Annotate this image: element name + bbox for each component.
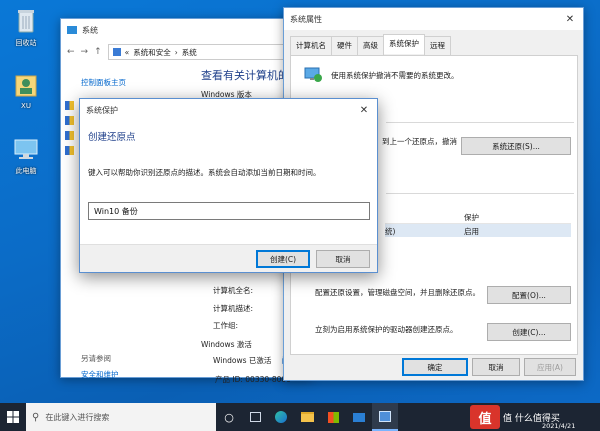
restore-point-name-value: Win10 备份: [94, 206, 138, 216]
dialog-create-button[interactable]: 创建(C): [256, 250, 310, 268]
properties-tabs: 计算机名 硬件 高级 系统保护 远程: [290, 34, 451, 56]
cancel-button[interactable]: 取消: [472, 358, 520, 376]
create-restore-point-button[interactable]: 创建(C)...: [487, 323, 571, 341]
dialog-titlebar[interactable]: 系统保护 ✕: [80, 99, 377, 121]
forward-arrow-icon[interactable]: →: [81, 47, 89, 57]
tab-advanced[interactable]: 高级: [357, 36, 384, 56]
close-icon[interactable]: ✕: [557, 8, 583, 30]
activation-header: Windows 激活: [201, 340, 252, 349]
breadcrumb-system[interactable]: 系统: [182, 47, 197, 58]
taskbar-date: 2021/4/21: [542, 422, 576, 430]
full-name-label: 计算机全名:: [213, 286, 254, 295]
apply-button[interactable]: 应用(A): [524, 358, 576, 376]
product-id: 产品 ID: 00330-8000: [215, 375, 291, 384]
activation-status: Windows 已激活 阅: [213, 355, 289, 366]
dialog-footer: 创建(C) 取消: [80, 244, 377, 272]
workgroup-label: 工作组:: [213, 321, 239, 330]
file-explorer-icon[interactable]: [294, 403, 320, 431]
shield-icon: [65, 101, 74, 110]
create-restore-point-dialog: 系统保护 ✕ 创建还原点 键入可以帮助你识别还原点的描述。系统会自动添加当前日期…: [79, 98, 378, 273]
desktop-icon-label: 回收站: [15, 39, 37, 47]
mail-icon[interactable]: [346, 403, 372, 431]
system-restore-button[interactable]: 系统还原(S)...: [461, 137, 571, 155]
drive-protection-status: 启用: [464, 227, 479, 236]
tab-remote[interactable]: 远程: [424, 36, 451, 56]
link-control-panel-home[interactable]: 控制面板主页: [81, 77, 126, 88]
desktop-icon-label: XU: [21, 102, 31, 110]
windows-logo-icon: [7, 411, 19, 423]
system-window-titlebar[interactable]: 系统: [61, 19, 311, 41]
drive-row[interactable]: 统) 启用: [385, 224, 571, 237]
system-nav-bar: ← → ↑ « 系统和安全 › 系统: [61, 41, 311, 63]
system-protection-icon: [303, 64, 323, 84]
tab-computer-name[interactable]: 计算机名: [290, 36, 332, 56]
shield-list: [65, 101, 79, 155]
system-window-title: 系统: [82, 25, 98, 35]
close-icon[interactable]: ✕: [351, 99, 377, 121]
properties-title: 系统属性: [290, 14, 322, 24]
dialog-heading: 创建还原点: [88, 132, 136, 143]
breadcrumb-security[interactable]: 系统和安全: [133, 47, 171, 58]
shield-icon: [65, 131, 74, 140]
protection-intro: 使用系统保护撤消不需要的系统更改。: [331, 71, 459, 80]
desktop-icon-this-pc[interactable]: 此电脑: [1, 134, 51, 176]
drive-name: 统): [385, 227, 396, 236]
taskbar-search-box[interactable]: ⚲ 在此键入进行搜索: [26, 403, 216, 431]
description-label: 计算机描述:: [213, 304, 254, 313]
dialog-title: 系统保护: [86, 105, 118, 115]
tab-hardware[interactable]: 硬件: [331, 36, 358, 56]
link-security-maintenance[interactable]: 安全和维护: [81, 369, 119, 380]
configure-description: 配置还原设置，管理磁盘空间，并且删除还原点。: [315, 288, 480, 297]
desktop-icon-recycle-bin[interactable]: 回收站: [1, 6, 51, 48]
up-arrow-icon[interactable]: ↑: [94, 47, 102, 57]
recycle-bin-icon: [11, 6, 41, 36]
desktop-icon-label: 此电脑: [15, 167, 37, 175]
dialog-cancel-button[interactable]: 取消: [316, 250, 370, 268]
tab-system-protection[interactable]: 系统保护: [383, 34, 425, 54]
widgets-icon[interactable]: [242, 403, 268, 431]
properties-titlebar[interactable]: 系统属性 ✕: [284, 8, 583, 30]
drive-table-header: 保护: [385, 210, 571, 224]
edge-browser-icon[interactable]: [268, 403, 294, 431]
back-arrow-icon[interactable]: ←: [67, 47, 75, 57]
taskbar: ⚲ 在此键入进行搜索 ○ 值 值 什么值得买 2021/4/21: [0, 403, 600, 431]
configure-button[interactable]: 配置(O)...: [487, 286, 571, 304]
ok-button[interactable]: 确定: [402, 358, 468, 376]
start-button[interactable]: [0, 403, 26, 431]
computer-icon: [11, 134, 41, 164]
system-window-icon: [67, 26, 77, 34]
breadcrumb-separator: ›: [174, 47, 178, 57]
address-bar[interactable]: « 系统和安全 › 系统: [107, 44, 311, 60]
search-placeholder: 在此键入进行搜索: [45, 412, 110, 422]
dialog-description: 键入可以帮助你识别还原点的描述。系统会自动添加当前日期和时间。: [88, 168, 321, 177]
search-icon: ⚲: [32, 411, 40, 423]
control-panel-icon: [112, 48, 121, 56]
shield-icon: [65, 146, 74, 155]
control-panel-taskbar-icon[interactable]: [372, 403, 398, 431]
store-icon[interactable]: [320, 403, 346, 431]
see-also-label: 另请参阅: [81, 354, 111, 363]
desktop-icon-user[interactable]: XU: [1, 70, 51, 110]
restore-description: 到上一个还原点，撤消: [382, 137, 457, 146]
dialog-body: 创建还原点 键入可以帮助你识别还原点的描述。系统会自动添加当前日期和时间。 Wi…: [80, 121, 377, 246]
task-view-icon[interactable]: ○: [216, 403, 242, 431]
protection-column-header: 保护: [464, 213, 479, 222]
user-folder-icon: [11, 70, 41, 100]
shield-icon: [65, 116, 74, 125]
create-description: 立刻为启用系统保护的驱动器创建还原点。: [315, 325, 458, 334]
watermark-logo: 值: [470, 405, 500, 429]
breadcrumb-separator: «: [124, 47, 130, 57]
restore-point-name-input[interactable]: Win10 备份: [88, 202, 370, 220]
